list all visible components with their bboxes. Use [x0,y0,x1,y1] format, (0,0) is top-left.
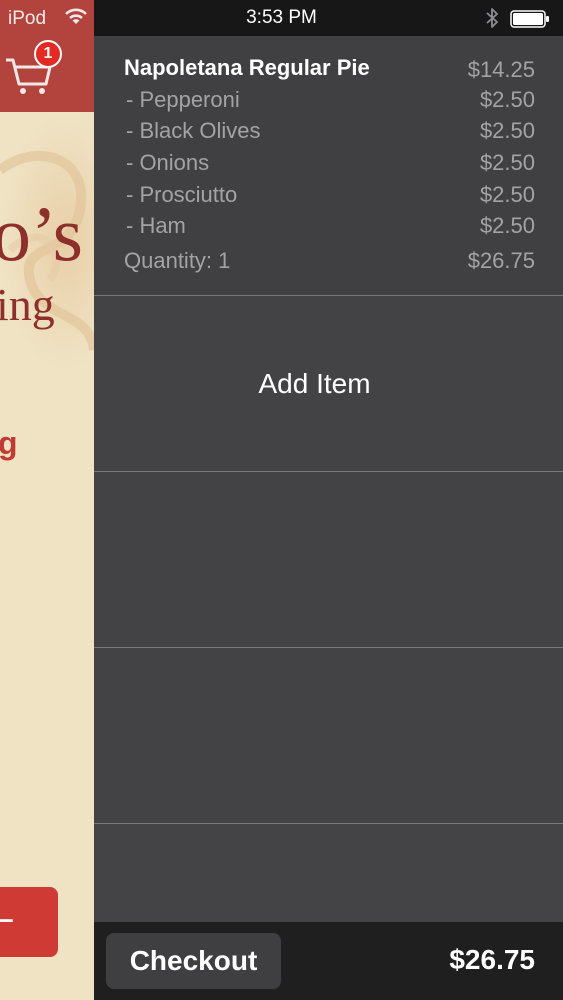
logo-text-small: ing [0,279,55,330]
topping-price: $2.50 [479,118,535,143]
cart-item[interactable]: Napoletana Regular Pie $14.25 - Pepperon… [94,36,563,296]
background-section-label: g [0,425,18,461]
carrier-label: iPod [8,8,47,29]
topping-name: - Pepperoni [126,87,240,112]
topping-name: - Prosciutto [126,182,238,207]
checkout-button[interactable]: Checkout [106,933,281,989]
background-button-glyph-icon: – [0,903,14,935]
topping-price: $2.50 [479,150,535,175]
cart-panel: 3:53 PM Napoletana Regular Pie $14.25 - … [94,0,563,1000]
status-time: 3:53 PM [246,7,317,28]
empty-cart-row [94,472,563,648]
topping-price: $2.50 [479,182,535,207]
status-bar-left: iPod [0,0,94,36]
topping-name: - Ham [126,213,186,238]
topping-price: $2.50 [479,87,535,112]
background-app-header: iPod 1 [0,0,94,112]
topping-name: - Onions [126,150,210,175]
cart-total: $26.75 [449,944,535,975]
add-item-button[interactable]: Add Item [94,296,563,472]
item-name: Napoletana Regular Pie [124,55,370,80]
status-bar: 3:53 PM [94,0,563,36]
topping-name: - Black Olives [126,118,261,143]
background-app-panel[interactable]: iPod 1 o’s ing g – [0,0,94,1000]
cart-footer: Checkout $26.75 [94,922,563,1000]
add-item-label: Add Item [258,368,371,399]
bluetooth-icon [485,8,499,33]
cart-count-badge: 1 [34,40,62,68]
wifi-icon [64,8,88,31]
item-subtotal: $26.75 [467,248,535,273]
battery-icon [510,10,550,33]
item-quantity: Quantity: 1 [124,248,231,273]
topping-price: $2.50 [479,213,535,238]
item-price: $14.25 [467,57,535,82]
logo-text-large: o’s [0,190,84,277]
empty-cart-row [94,648,563,824]
